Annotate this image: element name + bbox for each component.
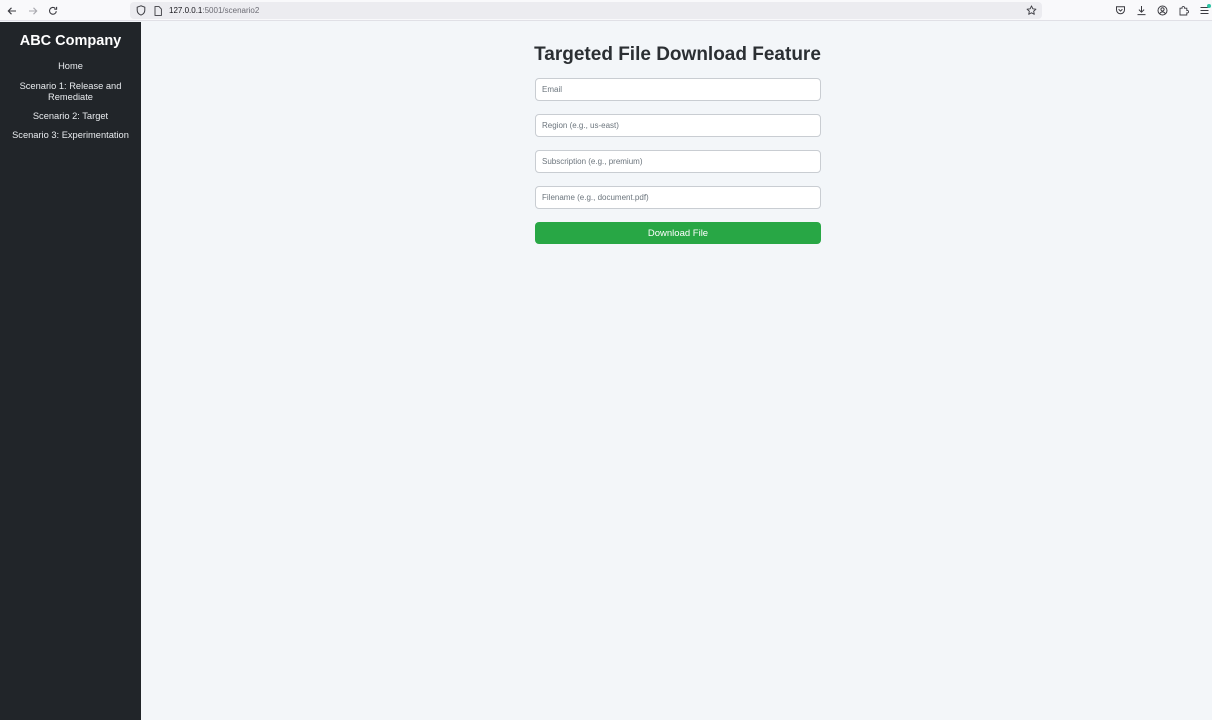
notification-dot (1207, 4, 1211, 8)
download-file-button[interactable]: Download File (535, 222, 821, 244)
extensions-icon[interactable] (1173, 0, 1194, 21)
main-content: Targeted File Download Feature Download … (141, 22, 1212, 720)
page-icon (153, 5, 163, 17)
shield-icon[interactable] (135, 5, 147, 17)
bookmark-star-icon[interactable] (1025, 4, 1038, 17)
toolbar-right (1110, 0, 1212, 21)
address-bar[interactable]: 127.0.0.1:5001/scenario2 (130, 2, 1042, 19)
filename-field[interactable] (535, 186, 821, 209)
email-field[interactable] (535, 78, 821, 101)
back-icon[interactable] (1, 0, 22, 21)
sidebar-title: ABC Company (19, 33, 122, 49)
reload-icon[interactable] (42, 0, 63, 21)
subscription-field[interactable] (535, 150, 821, 173)
sidebar-item-scenario-2[interactable]: Scenario 2: Target (8, 111, 133, 122)
menu-icon[interactable] (1194, 0, 1212, 21)
sidebar: ABC Company Home Scenario 1: Release and… (0, 22, 141, 720)
page-title: Targeted File Download Feature (534, 44, 821, 65)
account-icon[interactable] (1152, 0, 1173, 21)
sidebar-item-scenario-1[interactable]: Scenario 1: Release and Remediate (8, 81, 133, 103)
url-text[interactable]: 127.0.0.1:5001/scenario2 (169, 6, 259, 15)
download-icon[interactable] (1131, 0, 1152, 21)
sidebar-item-home[interactable]: Home (8, 61, 133, 72)
pocket-icon[interactable] (1110, 0, 1131, 21)
url-host: 127.0.0.1 (169, 6, 203, 15)
region-field[interactable] (535, 114, 821, 137)
url-path: :5001/scenario2 (202, 6, 260, 15)
forward-icon[interactable] (22, 0, 43, 21)
sidebar-item-scenario-3[interactable]: Scenario 3: Experimentation (8, 130, 133, 141)
browser-toolbar: 127.0.0.1:5001/scenario2 (0, 0, 1212, 21)
